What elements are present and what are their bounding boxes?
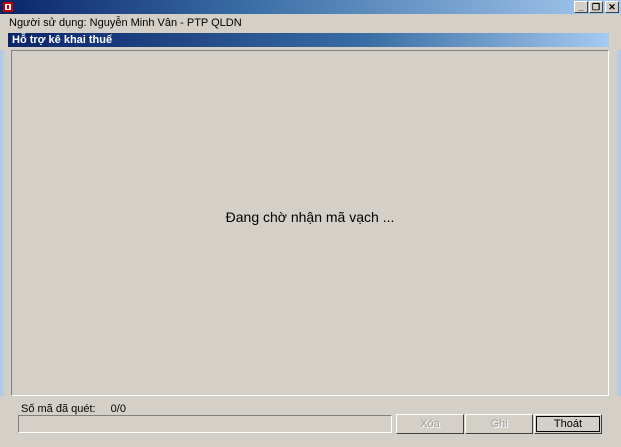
waiting-message: Đang chờ nhận mã vạch ... xyxy=(225,209,395,225)
scan-count-label: Số mã đã quét: xyxy=(21,403,96,415)
scan-area: Đang chờ nhận mã vạch ... xyxy=(11,50,609,396)
panel-title: Hỗ trợ kê khai thuế xyxy=(8,33,609,47)
app-window: _ ❐ ✕ Người sử dụng: Nguyễn Minh Vân - P… xyxy=(0,0,621,447)
scan-count: Số mã đã quét: 0/0 xyxy=(21,403,126,415)
progress-bar xyxy=(18,415,392,433)
scan-count-value: 0/0 xyxy=(110,403,126,415)
minimize-icon[interactable]: _ xyxy=(574,1,588,13)
exit-button[interactable]: Thoát xyxy=(534,414,602,434)
restore-icon[interactable]: ❐ xyxy=(589,1,603,13)
app-icon xyxy=(3,2,13,12)
save-button[interactable]: Ghi xyxy=(465,414,533,434)
close-icon[interactable]: ✕ xyxy=(605,1,619,13)
user-info: Người sử dụng: Nguyễn Minh Vân - PTP QLD… xyxy=(9,17,242,29)
left-border-decoration xyxy=(0,50,6,396)
title-bar[interactable]: _ ❐ ✕ xyxy=(0,0,621,14)
delete-button[interactable]: Xóa xyxy=(396,414,464,434)
right-border-decoration xyxy=(615,50,621,396)
